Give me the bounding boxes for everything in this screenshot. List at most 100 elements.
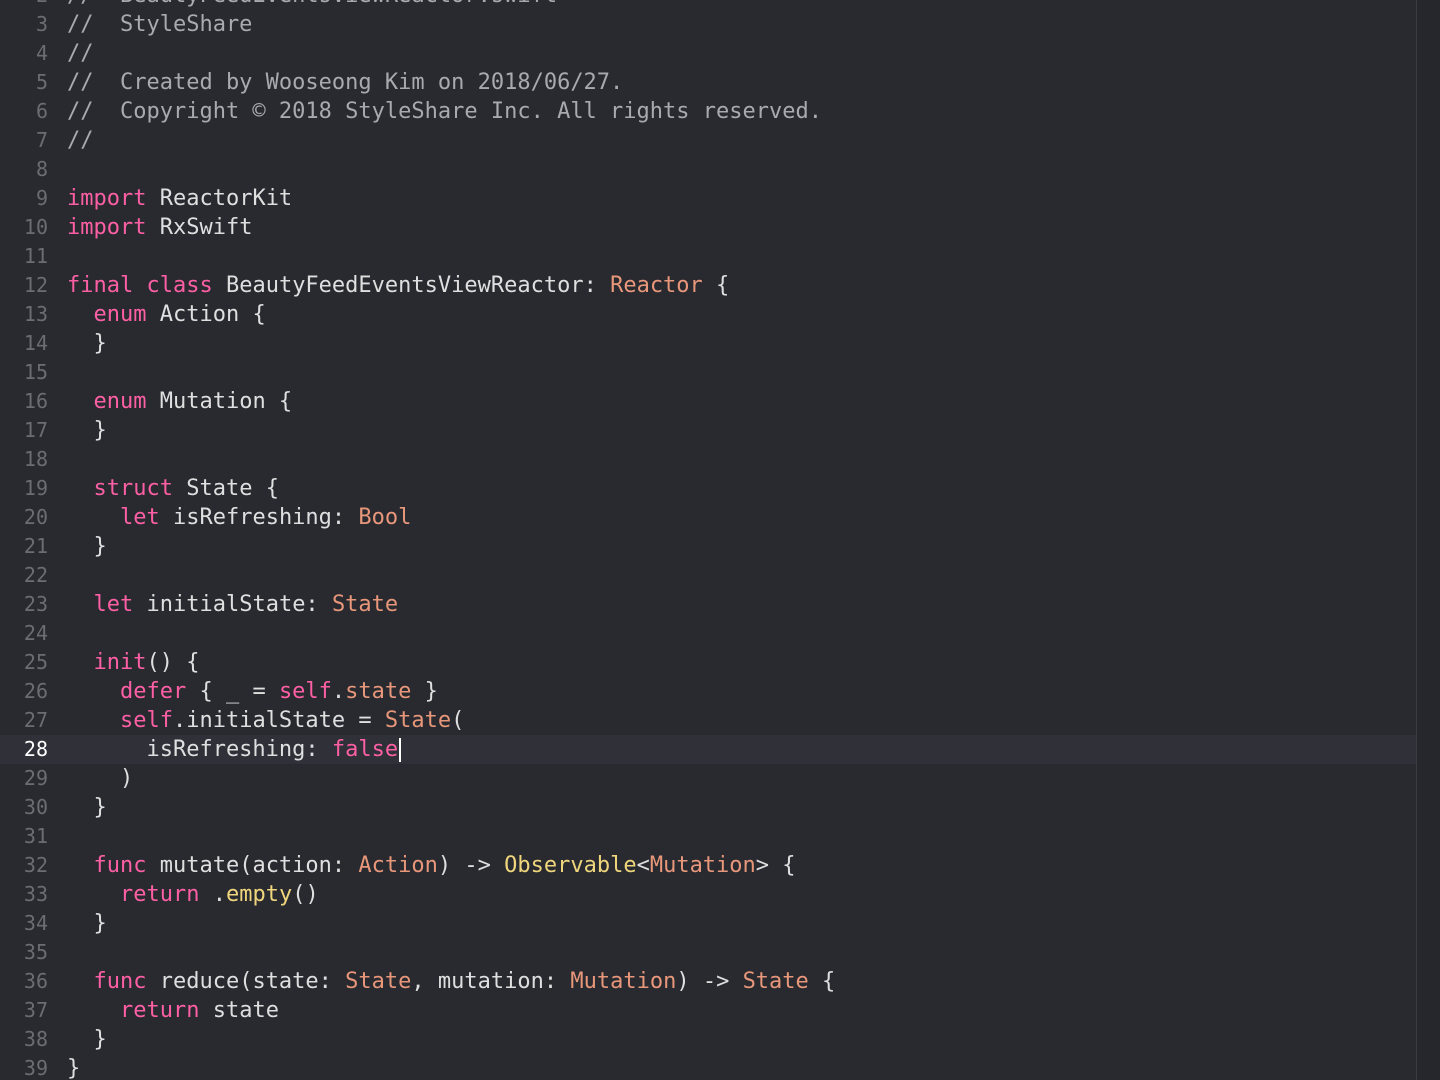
code-line[interactable]: 4 //	[0, 39, 1416, 68]
line-code: }	[67, 329, 107, 358]
code-line[interactable]: 36 func reduce(state: State, mutation: M…	[0, 967, 1416, 996]
line-code: enum Mutation {	[67, 387, 293, 416]
code-token: // Copyright © 2018 StyleShare Inc. All …	[67, 99, 822, 124]
code-token: isRefreshing:	[159, 505, 359, 530]
line-code: enum Action {	[67, 300, 266, 329]
code-line[interactable]: 26 defer { _ = self.state }	[0, 677, 1416, 706]
code-line[interactable]: 30 }	[0, 793, 1416, 822]
code-line[interactable]: 9 import ReactorKit	[0, 184, 1416, 213]
code-line[interactable]: 33 return .empty()	[0, 880, 1416, 909]
line-number: 21	[23, 534, 48, 558]
code-line[interactable]: 11	[0, 242, 1416, 271]
line-number: 23	[23, 592, 48, 616]
code-line[interactable]: 2 // BeautyFeedEventsViewReactor.swift	[0, 0, 1416, 10]
line-number: 18	[23, 447, 48, 471]
line-code: //	[67, 39, 94, 68]
line-number: 12	[23, 273, 48, 297]
code-token: class	[146, 273, 213, 298]
code-line[interactable]: 21 }	[0, 532, 1416, 561]
code-line[interactable]: 5 // Created by Wooseong Kim on 2018/06/2…	[0, 68, 1416, 97]
code-token: State	[742, 969, 809, 994]
line-code: let isRefreshing: Bool	[67, 503, 411, 532]
code-token: ()	[292, 882, 319, 907]
line-code: self.initialState = State(	[67, 706, 464, 735]
line-code: return .empty()	[67, 880, 319, 909]
code-line[interactable]: 19 struct State {	[0, 474, 1416, 503]
line-number: 4	[35, 41, 48, 65]
code-line[interactable]: 24	[0, 619, 1416, 648]
line-code: func mutate(action: Action) -> Observabl…	[67, 851, 796, 880]
code-token: State	[384, 708, 452, 733]
line-number: 29	[23, 766, 48, 790]
line-number: 20	[23, 505, 48, 529]
code-line[interactable]: 17 }	[0, 416, 1416, 445]
code-token: }	[67, 1027, 107, 1052]
code-line[interactable]: 20 let isRefreshing: Bool	[0, 503, 1416, 532]
code-editor[interactable]: 2 // BeautyFeedEventsViewReactor.swift 3 //…	[0, 0, 1440, 1080]
vertical-scrollbar[interactable]	[1416, 0, 1440, 1080]
code-token: <	[636, 853, 650, 878]
code-line[interactable]: 23 let initialState: State	[0, 590, 1416, 619]
code-line[interactable]: 39}	[0, 1054, 1416, 1080]
code-line[interactable]: 34 }	[0, 909, 1416, 938]
code-lines[interactable]: 2 // BeautyFeedEventsViewReactor.swift 3 //…	[0, 0, 1416, 1080]
code-line[interactable]: 37 return state	[0, 996, 1416, 1025]
line-number: 37	[23, 998, 48, 1022]
line-code: final class BeautyFeedEventsViewReactor:…	[67, 271, 729, 300]
line-number: 35	[23, 940, 48, 964]
code-line[interactable]: 3 // StyleShare	[0, 10, 1416, 39]
code-token: )	[67, 766, 134, 791]
code-line[interactable]: 31	[0, 822, 1416, 851]
line-code: }	[67, 793, 106, 822]
code-line[interactable]: 7 //	[0, 126, 1416, 155]
code-token: let	[93, 592, 134, 617]
line-code: return state	[67, 996, 279, 1025]
code-token: Observable	[504, 853, 637, 878]
code-line[interactable]: 29 )	[0, 764, 1416, 793]
code-line[interactable]: 8	[0, 155, 1416, 184]
code-line[interactable]: 12 final class BeautyFeedEventsViewReacto…	[0, 271, 1416, 300]
code-token: enum	[93, 389, 147, 414]
code-token: import	[67, 215, 147, 240]
code-token: BeautyFeedEventsViewReactor:	[212, 273, 611, 298]
code-token: ReactorKit	[146, 186, 293, 211]
code-line[interactable]: 27 self.initialState = State(	[0, 706, 1416, 735]
line-number: 16	[23, 389, 48, 413]
code-line[interactable]: 25 init() {	[0, 648, 1416, 677]
code-line[interactable]: 38 }	[0, 1025, 1416, 1054]
code-token: ) ->	[437, 853, 505, 878]
line-code: // BeautyFeedEventsViewReactor.swift	[67, 0, 557, 10]
code-line[interactable]: 32 func mutate(action: Action) -> Observ…	[0, 851, 1416, 880]
code-line[interactable]: 22	[0, 561, 1416, 590]
code-line[interactable]: 16 enum Mutation {	[0, 387, 1416, 416]
line-code: import RxSwift	[67, 213, 252, 242]
code-token: }	[411, 679, 438, 704]
code-token: }	[67, 331, 107, 356]
code-line[interactable]: 14 }	[0, 329, 1416, 358]
line-code: init() {	[67, 648, 200, 677]
code-line[interactable]: 13 enum Action {	[0, 300, 1416, 329]
code-line[interactable]: 10 import RxSwift	[0, 213, 1416, 242]
line-code: //	[67, 126, 94, 155]
code-line[interactable]: 15	[0, 358, 1416, 387]
line-code: struct State {	[67, 474, 279, 503]
line-number: 11	[23, 244, 48, 268]
code-line[interactable]: 6 // Copyright © 2018 StyleShare Inc. All…	[0, 97, 1416, 126]
line-number: 31	[23, 824, 48, 848]
line-number: 39	[23, 1056, 48, 1080]
code-token: Mutation	[570, 969, 677, 994]
code-token: self	[119, 708, 173, 733]
code-token: }	[67, 1056, 81, 1080]
code-token: func	[93, 853, 147, 878]
code-line[interactable]: 35	[0, 938, 1416, 967]
code-token: Bool	[358, 505, 412, 530]
code-token: Reactor	[610, 273, 703, 298]
code-line[interactable]: 28 isRefreshing: false	[0, 735, 1416, 764]
line-number: 6	[35, 99, 48, 123]
code-line[interactable]: 18	[0, 445, 1416, 474]
